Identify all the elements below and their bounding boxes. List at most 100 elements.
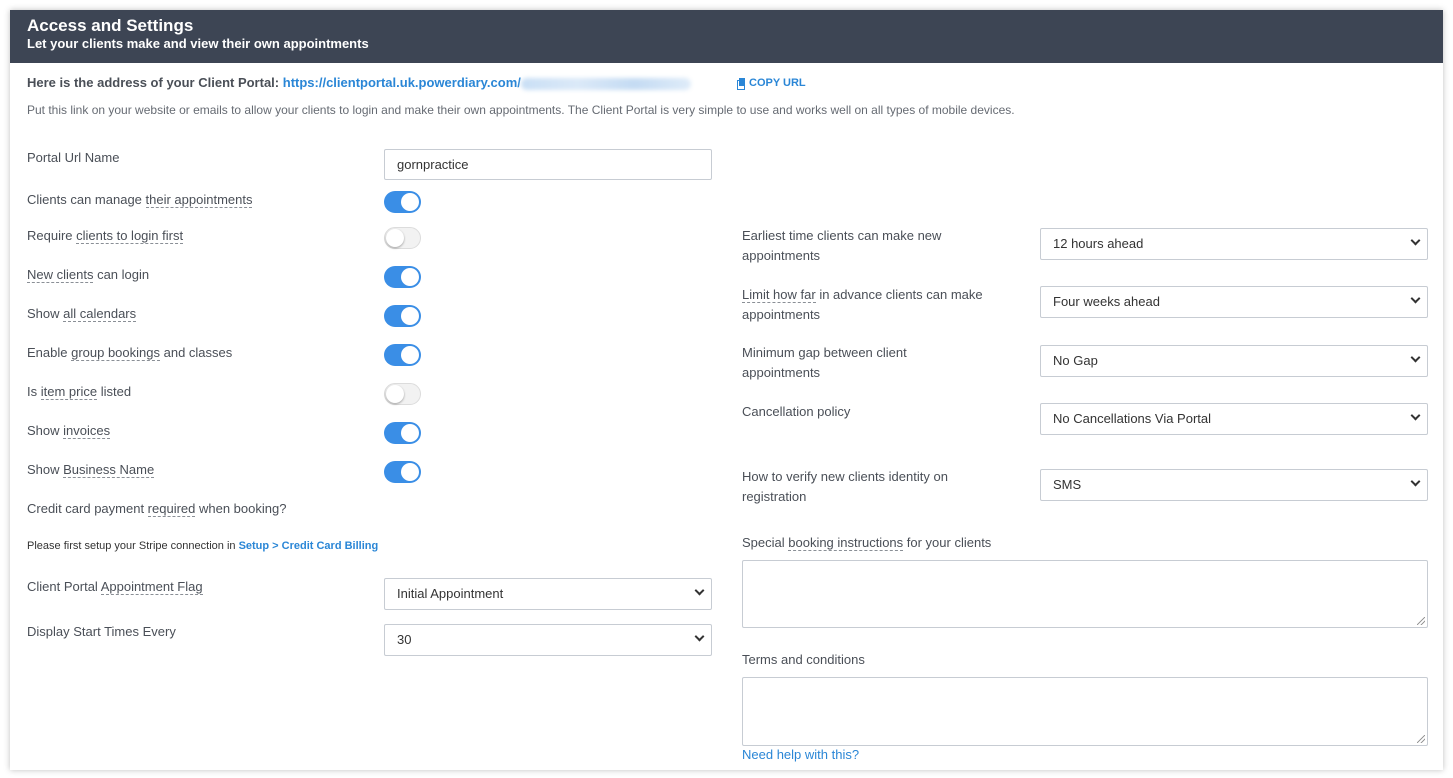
- earliest-time-select[interactable]: 12 hours ahead: [1040, 228, 1428, 260]
- verify-identity-select[interactable]: SMS: [1040, 469, 1428, 501]
- start-times-select[interactable]: 30: [384, 624, 712, 656]
- manage-appointments-label-pre: Clients can manage: [27, 192, 146, 207]
- copy-url-label: COPY URL: [749, 77, 806, 89]
- manage-appointments-label-term: their appointments: [145, 192, 253, 208]
- earliest-time-value: 12 hours ahead: [1053, 236, 1144, 251]
- earliest-time-label-line2: appointments: [742, 248, 821, 263]
- chevron-down-icon: [1410, 476, 1421, 487]
- start-times-label: Display Start Times Every: [27, 624, 176, 639]
- earliest-time-label: Earliest time clients can make new appoi…: [742, 226, 941, 266]
- show-all-calendars-toggle[interactable]: [384, 305, 421, 327]
- new-clients-login-label-term: New clients: [27, 267, 94, 283]
- require-login-toggle[interactable]: [384, 227, 421, 249]
- group-bookings-label-pre: Enable: [27, 345, 72, 360]
- chevron-down-icon: [1410, 293, 1421, 304]
- show-business-name-toggle[interactable]: [384, 461, 421, 483]
- chevron-down-icon: [1410, 235, 1421, 246]
- advance-limit-label-term: Limit how far: [742, 287, 816, 303]
- earliest-time-label-line1: Earliest time clients can make new: [742, 228, 942, 243]
- advance-limit-label-post: in advance clients can make: [815, 287, 983, 302]
- show-all-calendars-label: Show all calendars: [27, 304, 137, 324]
- advance-limit-label: Limit how far in advance clients can mak…: [742, 285, 983, 325]
- credit-card-required-label: Credit card payment required when bookin…: [27, 499, 286, 519]
- resize-grip-icon[interactable]: [1417, 735, 1425, 743]
- toggle-knob: [386, 229, 404, 247]
- redacted-url-part: [520, 77, 691, 90]
- verify-identity-label: How to verify new clients identity on re…: [742, 467, 948, 507]
- advance-limit-label-line2: appointments: [742, 307, 821, 322]
- new-clients-login-label-post: can login: [93, 267, 150, 282]
- toggle-knob: [401, 193, 419, 211]
- verify-identity-label-line2: registration: [742, 489, 807, 504]
- group-bookings-label: Enable group bookings and classes: [27, 343, 232, 363]
- item-price-listed-label-term: item price: [40, 384, 98, 400]
- item-price-listed-toggle[interactable]: [384, 383, 421, 405]
- stripe-note-text: Please first setup your Stripe connectio…: [27, 540, 239, 552]
- minimum-gap-label-line1: Minimum gap between client: [742, 345, 907, 360]
- chevron-down-icon: [694, 585, 705, 596]
- show-business-name-label-term: Business Name: [63, 462, 155, 478]
- booking-instructions-textarea[interactable]: [742, 560, 1428, 628]
- copy-url-button[interactable]: COPY URL: [737, 77, 806, 90]
- chevron-down-icon: [1410, 410, 1421, 421]
- booking-instructions-label: Special booking instructions for your cl…: [742, 533, 991, 553]
- terms-textarea[interactable]: [742, 677, 1428, 746]
- require-login-label: Require clients to login first: [27, 226, 184, 246]
- appointment-flag-label: Client Portal Appointment Flag: [27, 577, 203, 597]
- page-title: Access and Settings: [27, 16, 194, 35]
- credit-card-label-post: when booking?: [195, 501, 287, 516]
- settings-panel: Access and Settings Let your clients mak…: [10, 10, 1443, 770]
- toggle-knob: [401, 346, 419, 364]
- manage-appointments-label: Clients can manage their appointments: [27, 190, 253, 210]
- toggle-knob: [401, 463, 419, 481]
- item-price-listed-label-pre: Is: [27, 384, 41, 399]
- help-link[interactable]: Need help with this?: [742, 747, 859, 762]
- booking-instructions-label-pre: Special: [742, 535, 789, 550]
- new-clients-login-label: New clients can login: [27, 265, 149, 285]
- require-login-label-term: clients to login first: [76, 228, 184, 244]
- resize-grip-icon[interactable]: [1417, 617, 1425, 625]
- show-business-name-label: Show Business Name: [27, 460, 155, 480]
- item-price-listed-label-post: listed: [97, 384, 132, 399]
- start-times-value: 30: [397, 632, 412, 647]
- group-bookings-label-term: group bookings: [71, 345, 160, 361]
- show-business-name-label-pre: Show: [27, 462, 64, 477]
- group-bookings-toggle[interactable]: [384, 344, 421, 366]
- show-invoices-label: Show invoices: [27, 421, 111, 441]
- page-subtitle: Let your clients make and view their own…: [27, 36, 369, 51]
- appointment-flag-value: Initial Appointment: [397, 586, 504, 601]
- appointment-flag-select[interactable]: Initial Appointment: [384, 578, 712, 610]
- credit-card-label-term: required: [147, 501, 196, 517]
- toggle-knob: [386, 385, 404, 403]
- cancellation-policy-label: Cancellation policy: [742, 404, 851, 419]
- show-invoices-label-term: invoices: [63, 423, 111, 439]
- toggle-knob: [401, 307, 419, 325]
- group-bookings-label-post: and classes: [160, 345, 233, 360]
- toggle-knob: [401, 268, 419, 286]
- terms-label: Terms and conditions: [742, 652, 865, 667]
- portal-url-name-input[interactable]: gornpractice: [384, 149, 712, 180]
- cancellation-policy-select[interactable]: No Cancellations Via Portal: [1040, 403, 1428, 435]
- appointment-flag-label-pre: Client Portal: [27, 579, 101, 594]
- new-clients-login-toggle[interactable]: [384, 266, 421, 288]
- portal-address-line: Here is the address of your Client Porta…: [27, 75, 691, 90]
- portal-url-name-label: Portal Url Name: [27, 150, 120, 165]
- require-login-label-pre: Require: [27, 228, 77, 243]
- minimum-gap-select[interactable]: No Gap: [1040, 345, 1428, 377]
- verify-identity-value: SMS: [1053, 477, 1082, 492]
- portal-description: Put this link on your website or emails …: [27, 103, 1015, 117]
- portal-url-link[interactable]: https://clientportal.uk.powerdiary.com/: [283, 75, 521, 90]
- copy-icon: [737, 78, 745, 90]
- show-invoices-toggle[interactable]: [384, 422, 421, 444]
- advance-limit-select[interactable]: Four weeks ahead: [1040, 286, 1428, 318]
- portal-address-prefix: Here is the address of your Client Porta…: [27, 75, 280, 90]
- credit-card-billing-link[interactable]: Setup > Credit Card Billing: [239, 540, 379, 552]
- verify-identity-label-line1: How to verify new clients identity on: [742, 469, 948, 484]
- cancellation-policy-value: No Cancellations Via Portal: [1053, 411, 1212, 426]
- manage-appointments-toggle[interactable]: [384, 191, 421, 213]
- show-all-calendars-label-pre: Show: [27, 306, 64, 321]
- toggle-knob: [401, 424, 419, 442]
- minimum-gap-value: No Gap: [1053, 353, 1098, 368]
- item-price-listed-label: Is item price listed: [27, 382, 131, 402]
- show-all-calendars-label-term: all calendars: [63, 306, 137, 322]
